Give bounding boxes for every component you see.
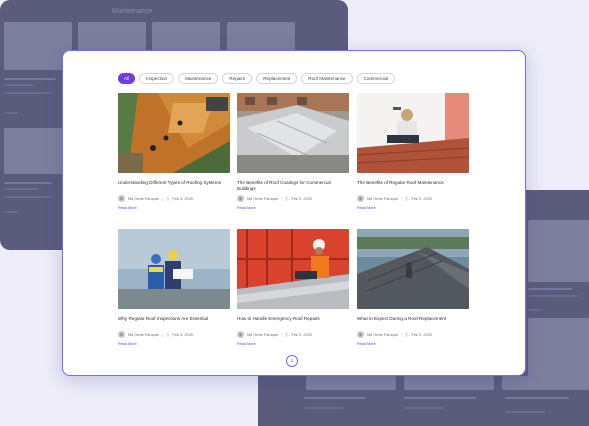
clock-icon: ◷	[405, 332, 409, 337]
background-line	[4, 92, 52, 94]
post-title[interactable]: Understanding Different Types of Roofing…	[118, 180, 230, 192]
background-line	[4, 196, 52, 198]
post-author: Md Omar Faruque	[367, 196, 399, 201]
post-title[interactable]: How to Handle Emergency Roof Repairs	[237, 316, 349, 328]
clock-icon: ◷	[285, 332, 289, 337]
clock-icon: ◷	[166, 332, 170, 337]
aerial-roof-icon[interactable]	[118, 93, 230, 173]
post-title[interactable]: Why Regular Roof Inspections Are Essenti…	[118, 316, 230, 328]
avatar	[357, 331, 364, 338]
meta-separator: |	[281, 332, 283, 337]
roofer-tiles-icon[interactable]	[357, 93, 469, 173]
post-card[interactable]: The Benefits of Roof Coatings for Commer…	[237, 93, 349, 210]
post-meta: Md Omar Faruque | ◷ Feb 3, 2025	[357, 331, 469, 338]
filter-roof-maintenance[interactable]: Roof Maintenance	[301, 73, 353, 84]
read-more-link[interactable]: Read More	[118, 206, 230, 210]
avatar	[118, 331, 125, 338]
clock-icon: ◷	[166, 196, 170, 201]
meta-separator: |	[162, 196, 164, 201]
read-more-link[interactable]: Read More	[118, 342, 230, 346]
meta-separator: |	[401, 332, 403, 337]
post-date: Feb 3, 2025	[291, 196, 312, 201]
post-author: Md Omar Faruque	[128, 196, 160, 201]
background-line	[505, 397, 569, 399]
post-date: Feb 3, 2025	[291, 332, 312, 337]
background-line	[4, 112, 18, 114]
avatar	[357, 195, 364, 202]
post-title[interactable]: The Benefits of Roof Coatings for Commer…	[237, 180, 349, 192]
post-date: Feb 3, 2025	[172, 196, 193, 201]
background-thumbnail	[306, 376, 396, 390]
category-filter-bar: All Inspection Maintenance Repairs Repla…	[118, 73, 396, 84]
background-line	[304, 407, 344, 409]
clock-icon: ◷	[405, 196, 409, 201]
post-meta: Md Omar Faruque | ◷ Feb 3, 2025	[118, 195, 230, 202]
post-card[interactable]: The Benefits of Regular Roof Maintenance…	[357, 93, 469, 210]
avatar	[118, 195, 125, 202]
post-date: Feb 3, 2025	[172, 332, 193, 337]
background-thumbnail	[528, 318, 589, 378]
blog-panel: All Inspection Maintenance Repairs Repla…	[62, 50, 526, 376]
background-title: Maintenance	[112, 8, 153, 15]
meta-separator: |	[162, 332, 164, 337]
background-line	[4, 188, 38, 190]
background-line	[4, 211, 18, 213]
post-card[interactable]: How to Handle Emergency Roof Repairs Md …	[237, 229, 349, 346]
pagination-page-1[interactable]: 1	[286, 355, 298, 367]
post-author: Md Omar Faruque	[247, 196, 279, 201]
background-line	[4, 182, 52, 184]
post-author: Md Omar Faruque	[247, 332, 279, 337]
background-line	[304, 397, 366, 399]
filter-replacement[interactable]: Replacement	[256, 73, 298, 84]
read-more-link[interactable]: Read More	[237, 206, 349, 210]
filter-commercial[interactable]: Commercial	[356, 73, 396, 84]
read-more-link[interactable]: Read More	[237, 342, 349, 346]
post-card[interactable]: Why Regular Roof Inspections Are Essenti…	[118, 229, 230, 346]
background-thumbnail	[404, 376, 494, 390]
worker-roof-icon[interactable]	[237, 229, 349, 309]
post-date: Feb 3, 2025	[411, 332, 432, 337]
avatar	[237, 195, 244, 202]
background-thumbnail	[502, 376, 589, 390]
avatar	[237, 331, 244, 338]
background-line	[4, 84, 34, 86]
clock-icon: ◷	[285, 196, 289, 201]
post-title[interactable]: What to Expect During a Roof Replacement	[357, 316, 469, 328]
post-meta: Md Omar Faruque | ◷ Feb 3, 2025	[237, 331, 349, 338]
background-line	[505, 411, 545, 413]
meta-separator: |	[281, 196, 283, 201]
filter-all[interactable]: All	[118, 73, 136, 84]
shingle-roof-icon[interactable]	[357, 229, 469, 309]
filter-maintenance[interactable]: Maintenance	[178, 73, 219, 84]
background-line	[404, 397, 476, 399]
read-more-link[interactable]: Read More	[357, 206, 469, 210]
background-line	[528, 309, 542, 311]
filter-repairs[interactable]: Repairs	[222, 73, 253, 84]
inspectors-icon[interactable]	[118, 229, 230, 309]
background-line	[528, 295, 578, 297]
background-line	[404, 407, 444, 409]
post-card[interactable]: Understanding Different Types of Roofing…	[118, 93, 230, 210]
commercial-roof-icon[interactable]	[237, 93, 349, 173]
post-author: Md Omar Faruque	[128, 332, 160, 337]
post-card[interactable]: What to Expect During a Roof Replacement…	[357, 229, 469, 346]
post-meta: Md Omar Faruque | ◷ Feb 3, 2025	[357, 195, 469, 202]
post-title[interactable]: The Benefits of Regular Roof Maintenance	[357, 180, 469, 192]
post-date: Feb 3, 2025	[411, 196, 432, 201]
background-thumbnail	[528, 220, 589, 282]
post-author: Md Omar Faruque	[367, 332, 399, 337]
post-meta: Md Omar Faruque | ◷ Feb 3, 2025	[118, 331, 230, 338]
filter-inspection[interactable]: Inspection	[139, 73, 175, 84]
post-meta: Md Omar Faruque | ◷ Feb 3, 2025	[237, 195, 349, 202]
background-line	[528, 288, 572, 290]
background-line	[4, 78, 56, 80]
meta-separator: |	[401, 196, 403, 201]
read-more-link[interactable]: Read More	[357, 342, 469, 346]
